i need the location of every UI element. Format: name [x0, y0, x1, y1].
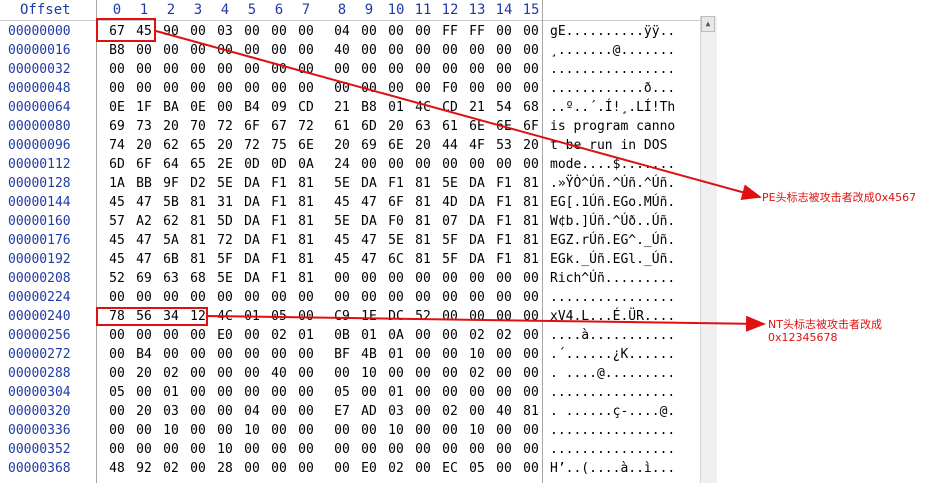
nt-annotation-line2: 0x12345678 [768, 331, 838, 344]
pe-annotation: PE头标志被攻击者改成0x4567 [762, 191, 917, 204]
annotation-arrows [155, 30, 766, 332]
nt-annotation-line1: NT头标志被攻击者改成 [768, 318, 882, 331]
pe-arrow [155, 30, 762, 200]
nt-arrow [207, 315, 766, 332]
